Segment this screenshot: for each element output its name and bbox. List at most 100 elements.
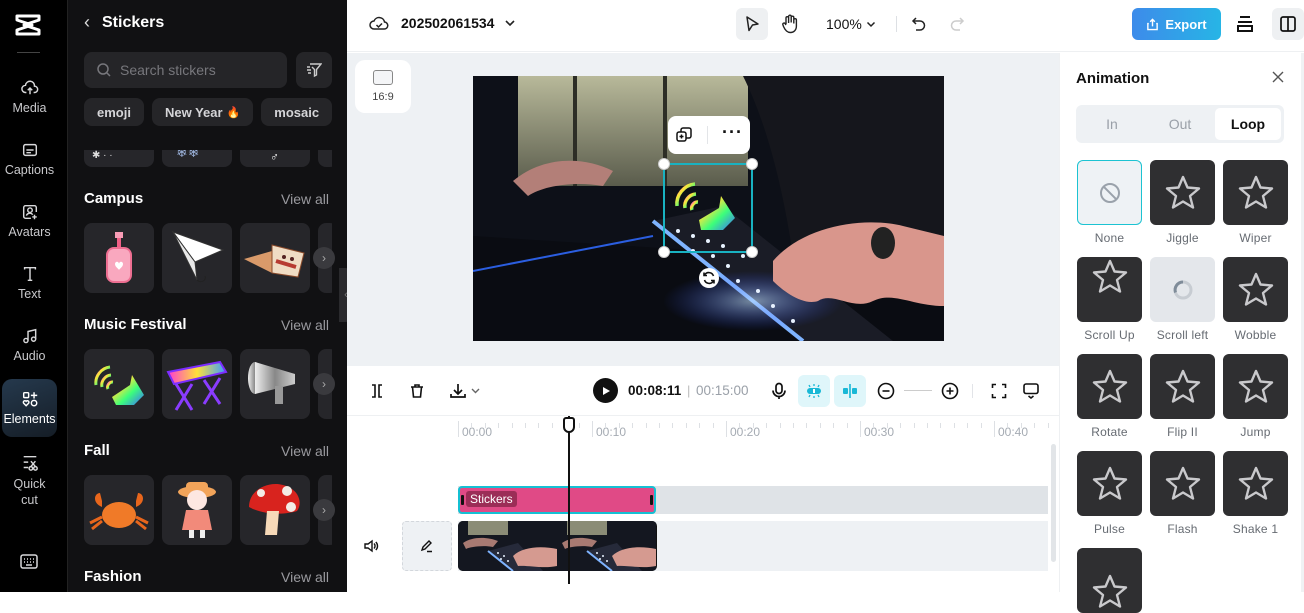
sticker-thumb-snow[interactable]: ✱ · · (84, 150, 154, 167)
export-button[interactable]: Export (1132, 8, 1221, 40)
capcut-logo[interactable] (14, 12, 42, 38)
rail-item-elements[interactable]: Elements (2, 379, 57, 437)
resize-handle-top-left[interactable] (658, 158, 670, 170)
split-button[interactable] (367, 379, 387, 403)
search-box[interactable] (84, 52, 287, 88)
ruler-minor-tick (578, 423, 580, 428)
animation-option-rotate[interactable]: Rotate (1077, 354, 1142, 439)
project-name[interactable]: 202502061534 (401, 15, 494, 31)
sticker-thumb-mushroom[interactable] (240, 475, 310, 545)
rail-item-avatars[interactable]: Avatars (2, 192, 57, 250)
view-all-music-festival[interactable]: View all (281, 317, 329, 333)
sticker-thumb-lantern[interactable]: ♂ (240, 150, 310, 167)
animation-option-scroll-up[interactable]: Scroll Up (1077, 257, 1142, 342)
close-icon[interactable] (1270, 69, 1286, 85)
sticker-thumb-paper-plane[interactable] (162, 223, 232, 293)
chip-mosaic[interactable]: mosaic (261, 98, 332, 126)
fullscreen-button[interactable] (989, 379, 1009, 403)
sticker-thumb-rainbow-speaker[interactable] (84, 349, 154, 419)
chevron-down-icon[interactable] (504, 19, 516, 27)
zoom-in-button[interactable] (940, 379, 960, 403)
rail-item-text[interactable]: Text (2, 254, 57, 312)
sticker-clip[interactable]: Stickers (458, 486, 656, 514)
animation-option-more[interactable] (1077, 548, 1142, 613)
animation-option-pulse[interactable]: Pulse (1077, 451, 1142, 536)
star-icon (1077, 257, 1142, 322)
linkage-toggle[interactable] (834, 375, 866, 407)
animation-option-jiggle[interactable]: Jiggle (1150, 160, 1215, 245)
cover-edit-button[interactable] (402, 521, 452, 571)
view-all-campus[interactable]: View all (281, 191, 329, 207)
resize-handle-top-right[interactable] (746, 158, 758, 170)
current-time: 00:08:11 (628, 383, 682, 398)
playhead-grip[interactable] (563, 417, 575, 433)
rail-item-quick-cut[interactable]: Quick cut (2, 448, 57, 514)
scroll-next-campus[interactable]: › (313, 247, 335, 269)
filter-button[interactable] (296, 52, 332, 88)
view-all-fashion[interactable]: View all (281, 569, 329, 585)
toggle-panel-button[interactable] (1272, 8, 1304, 40)
rail-item-media[interactable]: Media (2, 68, 57, 126)
animation-option-flash[interactable]: Flash (1150, 451, 1215, 536)
resize-handle-bottom-left[interactable] (658, 246, 670, 258)
animation-option-shake-1[interactable]: Shake 1 (1223, 451, 1288, 536)
tab-out[interactable]: Out (1147, 108, 1213, 140)
sticker-thumb-flying-book[interactable] (240, 223, 310, 293)
sticker-thumb-crab[interactable] (84, 475, 154, 545)
resize-handle-bottom-right[interactable] (746, 246, 758, 258)
zoom-select[interactable]: 100% (826, 16, 876, 32)
scroll-next-music-festival[interactable]: › (313, 373, 335, 395)
sticker-thumb-megaphone[interactable] (240, 349, 310, 419)
back-chevron-icon[interactable]: ‹ (84, 12, 90, 33)
rotate-handle[interactable] (699, 268, 719, 288)
play-button[interactable] (593, 378, 618, 403)
sticker-thumb-rainbow-keyboard[interactable] (162, 349, 232, 419)
timeline-scrollbar[interactable] (1051, 444, 1056, 562)
stack-icon[interactable] (1235, 14, 1255, 34)
animation-option-wobble[interactable]: Wobble (1223, 257, 1288, 342)
select-tool-button[interactable] (736, 8, 768, 40)
animation-option-jump[interactable]: Jump (1223, 354, 1288, 439)
rail-item-audio[interactable]: Audio (2, 316, 57, 374)
timeline-zoom-slider[interactable] (904, 390, 932, 391)
zoom-out-button[interactable] (876, 379, 896, 403)
delete-button[interactable] (407, 379, 427, 403)
tab-in[interactable]: In (1079, 108, 1145, 140)
sticker-selection-box[interactable] (658, 158, 758, 258)
aspect-ratio-label: 16:9 (372, 91, 394, 103)
auto-snap-toggle[interactable] (798, 375, 830, 407)
ruler-minor-tick (1020, 423, 1022, 428)
scroll-next-fall[interactable]: › (313, 499, 335, 521)
search-input[interactable] (120, 62, 280, 78)
keyboard-icon[interactable] (19, 553, 39, 571)
preview-settings-button[interactable] (1021, 379, 1041, 403)
timeline[interactable]: 00:00 00:10 00:20 00:30 00:40 Stickers (347, 416, 1059, 592)
redo-button[interactable] (941, 8, 973, 40)
tab-loop[interactable]: Loop (1215, 108, 1281, 140)
rail-item-captions[interactable]: Captions (2, 130, 57, 188)
voiceover-button[interactable] (769, 379, 789, 403)
sticker-thumb-pink-bottle[interactable] (84, 223, 154, 293)
sticker-thumb-girl-hat[interactable] (162, 475, 232, 545)
chip-emoji[interactable]: emoji (84, 98, 144, 126)
mute-track-icon[interactable] (363, 538, 379, 554)
hand-tool-button[interactable] (774, 8, 806, 40)
more-options-icon[interactable]: ··· (722, 122, 743, 143)
download-menu-button[interactable] (447, 379, 481, 403)
clip-trim-handle-left[interactable] (461, 495, 464, 505)
chip-new-year[interactable]: New Year 🔥 (151, 98, 254, 126)
animation-option-scroll-left[interactable]: Scroll left (1150, 257, 1215, 342)
aspect-ratio-button[interactable]: 16:9 (355, 60, 411, 113)
clip-trim-handle-right[interactable] (650, 495, 653, 505)
microphone-icon (772, 382, 786, 399)
undo-button[interactable] (903, 8, 935, 40)
playhead[interactable] (568, 416, 570, 584)
view-all-fall[interactable]: View all (281, 443, 329, 459)
animation-option-none[interactable]: None (1077, 160, 1142, 245)
animation-option-flip-ii[interactable]: Flip II (1150, 354, 1215, 439)
sticker-thumb-more[interactable] (318, 150, 332, 167)
duplicate-icon[interactable] (675, 126, 693, 144)
video-clip[interactable] (458, 521, 657, 571)
sticker-thumb-snowflake[interactable]: ❄❄ (162, 150, 232, 167)
animation-option-wiper[interactable]: Wiper (1223, 160, 1288, 245)
